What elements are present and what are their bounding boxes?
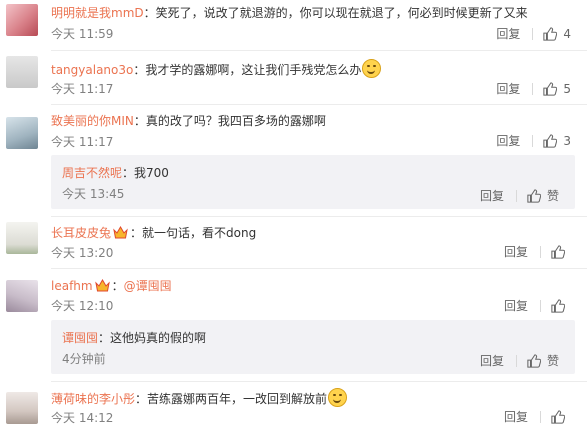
- thumbs-up-icon: [543, 27, 558, 41]
- mention-link[interactable]: @谭囤囤: [124, 279, 172, 293]
- divider: [51, 104, 587, 105]
- separator: ：: [143, 6, 156, 20]
- thumbs-up-icon: [543, 134, 558, 148]
- thumbs-up-icon: [543, 82, 558, 96]
- separator: ：: [98, 331, 111, 345]
- reply-button[interactable]: 回复: [496, 135, 534, 147]
- comment-username[interactable]: 长耳皮皮兔: [51, 226, 111, 240]
- comment-time: 今天 11:17: [51, 82, 114, 96]
- reply-button[interactable]: 回复: [496, 83, 534, 95]
- like-count: 5: [563, 82, 571, 96]
- reply-username[interactable]: 谭囤囤: [62, 331, 98, 345]
- reply-time: 4分钟前: [62, 352, 106, 366]
- like-label: 赞: [546, 354, 559, 368]
- like-button[interactable]: 5: [543, 82, 571, 96]
- comment-time: 今天 14:12: [51, 411, 114, 425]
- reply-text: 我700: [134, 166, 169, 180]
- like-button[interactable]: [551, 299, 571, 313]
- reply-box: 周吉不然呢：我700 今天 13:45 回复 赞: [51, 155, 575, 209]
- separator: ：: [133, 114, 146, 128]
- separator: ：: [122, 166, 135, 180]
- divider: [51, 50, 587, 51]
- comment-time: 今天 11:17: [51, 135, 114, 149]
- separator: ：: [111, 279, 124, 293]
- comment-text: 苦练露娜两百年，一改回到解放前: [147, 392, 328, 406]
- comment-text: 就一句话，看不dong: [142, 226, 257, 240]
- comment-text: 我才学的露娜啊，这让我们手残党怎么办: [145, 63, 362, 77]
- divider: [51, 216, 587, 217]
- like-button[interactable]: 3: [543, 134, 571, 148]
- comment-time: 今天 12:10: [51, 299, 114, 313]
- comment-username[interactable]: 明明就是我mmD: [51, 6, 144, 20]
- reply-box: 谭囤囤：这他妈真的假的啊 4分钟前 回复 赞: [51, 320, 575, 374]
- reply-time: 今天 13:45: [62, 187, 125, 201]
- comment-text: 笑死了，说改了就退游的，你可以现在就退了，何必到时候更新了又来: [155, 6, 528, 20]
- thumbs-up-icon: [551, 299, 565, 313]
- reply-button[interactable]: 回复: [504, 246, 541, 258]
- thumbs-up-icon: [527, 188, 541, 203]
- comment-username[interactable]: tangyalano3o: [51, 63, 133, 77]
- like-button[interactable]: 赞: [527, 187, 559, 204]
- comment-time: 今天 11:59: [51, 27, 114, 41]
- avatar[interactable]: [6, 392, 38, 424]
- reply-button[interactable]: 回复: [480, 189, 517, 202]
- like-button[interactable]: [551, 245, 571, 259]
- like-button[interactable]: [551, 410, 571, 424]
- smile-emoji-icon: [362, 59, 382, 78]
- like-count: 4: [563, 27, 571, 41]
- comment-username[interactable]: leafhm: [51, 279, 93, 293]
- like-button[interactable]: 赞: [527, 352, 559, 369]
- smile-emoji-icon: [328, 388, 348, 407]
- thumbs-up-icon: [527, 353, 541, 368]
- separator: ：: [133, 63, 146, 77]
- comment-text: 真的改了吗？我四百多场的露娜啊: [145, 114, 326, 128]
- reply-button[interactable]: 回复: [504, 300, 541, 312]
- like-button[interactable]: 4: [543, 27, 571, 41]
- like-label: 赞: [546, 189, 559, 203]
- divider: [51, 268, 587, 269]
- avatar[interactable]: [6, 280, 38, 312]
- divider: [51, 381, 587, 382]
- separator: ：: [135, 392, 148, 406]
- avatar[interactable]: [6, 56, 38, 88]
- reply-button[interactable]: 回复: [496, 28, 534, 40]
- reply-button[interactable]: 回复: [480, 354, 517, 367]
- comment-time: 今天 13:20: [51, 246, 114, 260]
- reply-text: 这他妈真的假的啊: [110, 331, 207, 345]
- member-badge-icon: [113, 226, 128, 239]
- avatar[interactable]: [6, 222, 38, 254]
- thumbs-up-icon: [551, 245, 565, 259]
- like-count: 3: [563, 134, 571, 148]
- avatar[interactable]: [6, 4, 38, 36]
- comment-username[interactable]: 致美丽的你MIN: [51, 114, 134, 128]
- avatar[interactable]: [6, 117, 38, 149]
- separator: ：: [130, 226, 143, 240]
- comment-username[interactable]: 薄荷味的李小彤: [51, 392, 135, 406]
- member-badge-icon: [94, 279, 110, 292]
- thumbs-up-icon: [551, 410, 565, 424]
- reply-username[interactable]: 周吉不然呢: [62, 166, 122, 180]
- reply-button[interactable]: 回复: [504, 411, 541, 423]
